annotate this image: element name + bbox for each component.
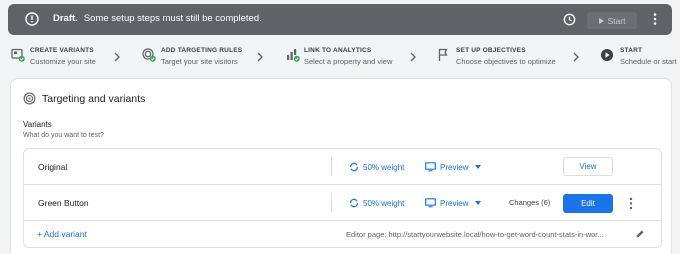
step-subtitle: Target your site visitors xyxy=(161,57,238,66)
preview-label: Preview xyxy=(440,198,469,208)
start-button-label: Start xyxy=(607,15,626,26)
weight-cycle-icon xyxy=(350,198,358,208)
variants-question: What do you want to test? xyxy=(23,132,104,139)
alert-info-icon xyxy=(25,12,39,26)
step-title: ADD TARGETING RULES xyxy=(161,47,243,54)
changes-count[interactable]: Changes (6) xyxy=(509,198,550,207)
step-subtitle: Choose objectives to optimize xyxy=(456,57,556,66)
row-divider xyxy=(24,184,661,185)
draft-status-text: Draft. Some setup steps must still be com… xyxy=(53,13,262,24)
more-vert-icon[interactable] xyxy=(652,12,658,26)
target-check-icon xyxy=(142,48,156,62)
step-start[interactable]: START Schedule or start xyxy=(600,46,680,68)
monitor-icon xyxy=(425,198,436,208)
edit-button[interactable]: Edit xyxy=(563,194,613,213)
card-title: Targeting and variants xyxy=(42,93,146,105)
history-icon[interactable] xyxy=(563,13,576,26)
more-vert-icon[interactable] xyxy=(628,197,634,210)
step-title: START xyxy=(620,47,643,54)
step-title: LINK TO ANALYTICS xyxy=(304,47,372,54)
preview-dropdown[interactable]: Preview xyxy=(425,198,482,208)
weight-button[interactable]: 50% weight xyxy=(349,162,404,172)
step-subtitle: Select a property and view xyxy=(304,57,393,66)
weight-label: 50% weight xyxy=(363,198,405,208)
weight-cycle-icon xyxy=(350,162,358,172)
dropdown-arrow-icon xyxy=(475,165,482,169)
chevron-right-icon xyxy=(257,52,263,62)
dropdown-arrow-icon xyxy=(475,201,482,205)
target-icon xyxy=(23,92,36,105)
variant-name: Original xyxy=(38,162,68,172)
chevron-right-icon xyxy=(573,52,579,62)
row-divider xyxy=(24,220,661,221)
chevron-right-icon xyxy=(410,52,416,62)
preview-label: Preview xyxy=(440,162,469,172)
column-divider xyxy=(331,193,332,212)
start-button[interactable]: Start xyxy=(587,12,637,29)
view-button[interactable]: View xyxy=(563,157,613,176)
preview-dropdown[interactable]: Preview xyxy=(425,162,482,172)
column-divider xyxy=(331,157,332,176)
play-circle-icon xyxy=(601,49,613,61)
weight-button[interactable]: 50% weight xyxy=(349,198,404,208)
variants-check-icon xyxy=(11,48,25,62)
step-subtitle: Customize your site xyxy=(30,57,96,66)
flag-icon xyxy=(438,48,448,61)
play-icon xyxy=(598,17,604,24)
variants-label: Variants xyxy=(23,120,52,129)
step-title: CREATE VARIANTS xyxy=(30,47,94,54)
draft-message: Some setup steps must still be completed… xyxy=(83,13,262,24)
add-variant-button[interactable]: + Add variant xyxy=(37,229,87,239)
chevron-right-icon xyxy=(114,52,120,62)
analytics-check-icon xyxy=(287,49,300,62)
draft-status-bar: Draft. Some setup steps must still be com… xyxy=(8,4,672,35)
step-subtitle: Schedule or start xyxy=(620,57,677,66)
edit-pencil-icon[interactable] xyxy=(635,229,645,239)
draft-label: Draft. xyxy=(53,13,78,24)
editor-page-url: Editor page: http://startyourwebsite.loc… xyxy=(346,230,604,239)
step-title: SET UP OBJECTIVES xyxy=(456,47,526,54)
monitor-icon xyxy=(425,162,436,172)
variant-name: Green Button xyxy=(38,198,89,208)
weight-label: 50% weight xyxy=(363,162,405,172)
